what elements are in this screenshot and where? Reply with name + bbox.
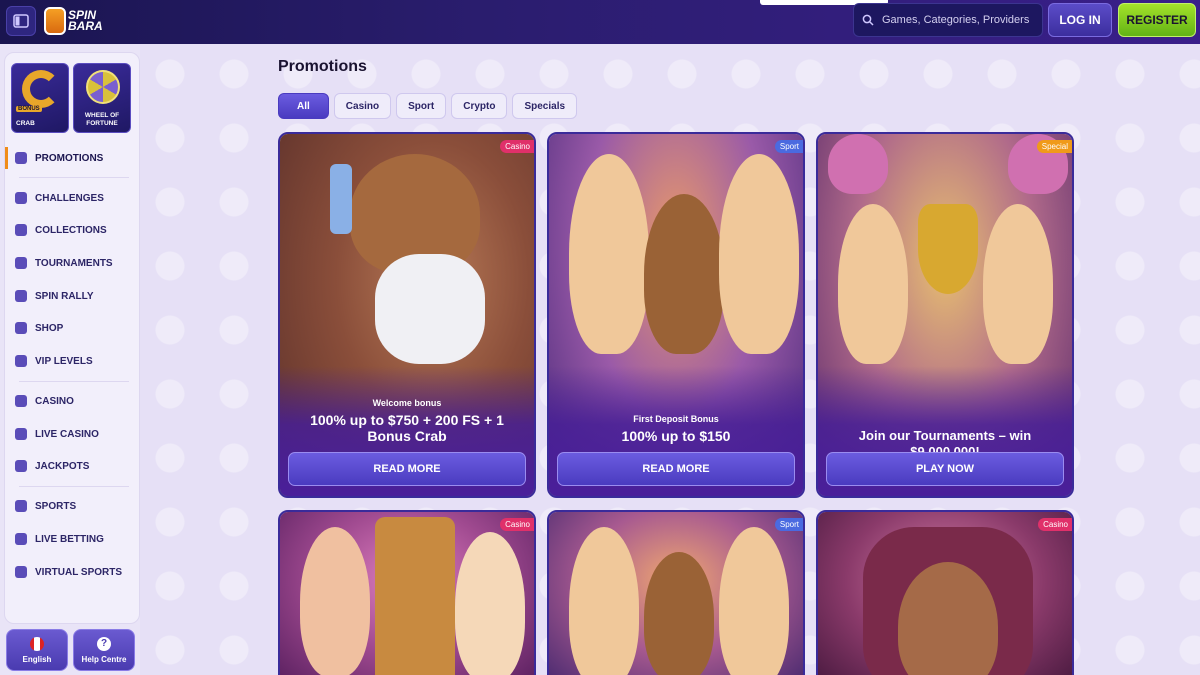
help-label: Help Centre (81, 654, 127, 664)
sidebar-item-casino[interactable]: CASINO (5, 390, 139, 412)
filter-all[interactable]: All (278, 93, 329, 119)
sidebar-item-label: VIRTUAL SPORTS (35, 566, 123, 578)
trophy-icon (15, 257, 27, 269)
search-box[interactable] (853, 3, 1043, 37)
register-button[interactable]: REGISTER (1118, 3, 1196, 37)
bag-icon (15, 322, 27, 334)
wheel-of-fortune-tile[interactable]: WHEEL OF FORTUNE (73, 63, 131, 133)
sidebar-item-collections[interactable]: COLLECTIONS (5, 219, 139, 241)
card-tag: Casino (1038, 518, 1072, 531)
sidebar-item-label: JACKPOTS (35, 460, 90, 472)
promo-card-casino-jackpot[interactable]: Casino (278, 510, 536, 675)
crown-icon (15, 355, 27, 367)
sidebar-item-shop[interactable]: SHOP (5, 317, 139, 339)
wheel-icon (86, 70, 120, 104)
login-button[interactable]: LOG IN (1048, 3, 1112, 37)
sidebar-toggle-button[interactable] (6, 6, 36, 36)
slot-icon (15, 395, 27, 407)
nav-divider (19, 177, 129, 178)
card-tag: Casino (500, 140, 534, 153)
gift-icon (15, 152, 27, 164)
sidebar-item-spin-rally[interactable]: SPIN RALLY (5, 285, 139, 307)
capybara-armchair-illustration (818, 512, 1072, 675)
filter-crypto[interactable]: Crypto (451, 93, 508, 119)
search-icon (862, 14, 874, 26)
promo-card-tournaments[interactable]: Special Join our Tournaments – win $9,00… (816, 132, 1074, 498)
sidebar-item-challenges[interactable]: CHALLENGES (5, 187, 139, 209)
card-tag: Special (1036, 140, 1072, 153)
sidebar-item-virtual-sports[interactable]: VIRTUAL SPORTS (5, 561, 139, 583)
promo-filter-tabs: All Casino Sport Crypto Specials (278, 93, 578, 119)
jackpot-slot-illustration (280, 512, 534, 675)
sidebar-item-jackpots[interactable]: JACKPOTS (5, 455, 139, 477)
filter-specials[interactable]: Specials (512, 93, 578, 119)
promo-card-welcome-bonus[interactable]: Casino Welcome bonus 100% up to $750 + 2… (278, 132, 536, 498)
sidebar-item-live-betting[interactable]: LIVE BETTING (5, 528, 139, 550)
sidebar: BONUS CRAB WHEEL OF FORTUNE PROMOTIONS C… (4, 52, 140, 624)
promo-card-sport-trophy[interactable]: Sport (547, 510, 805, 675)
sidebar-item-label: CASINO (35, 395, 74, 407)
monitor-icon (15, 566, 27, 578)
filter-casino[interactable]: Casino (333, 93, 392, 119)
sidebar-item-vip-levels[interactable]: VIP LEVELS (5, 350, 139, 372)
tile-label: CRAB (16, 120, 35, 127)
card-subtitle: First Deposit Bonus (633, 414, 719, 424)
sidebar-item-label: PROMOTIONS (35, 152, 104, 164)
help-centre-button[interactable]: ? Help Centre (73, 629, 135, 671)
ball-icon (15, 500, 27, 512)
capybara-logo-icon (44, 7, 66, 35)
sidebar-item-live-casino[interactable]: LIVE CASINO (5, 423, 139, 445)
read-more-button[interactable]: READ MORE (557, 452, 795, 486)
card-tag: Casino (500, 518, 534, 531)
sidebar-item-label: TOURNAMENTS (35, 257, 113, 269)
tile-label: WHEEL OF FORTUNE (84, 112, 120, 127)
target-icon (15, 192, 27, 204)
flag-icon (15, 290, 27, 302)
filter-sport[interactable]: Sport (396, 93, 447, 119)
nav-divider (19, 486, 129, 487)
search-input[interactable] (882, 14, 1042, 26)
card-subtitle: Welcome bonus (372, 398, 442, 408)
sidebar-toggle-icon (13, 14, 29, 28)
card-tag: Sport (774, 140, 803, 153)
site-logo[interactable]: SPIN BARA (44, 4, 110, 38)
card-tag: Sport (774, 518, 803, 531)
page-title: Promotions (278, 58, 367, 75)
sidebar-item-label: LIVE CASINO (35, 428, 99, 440)
sidebar-item-label: SHOP (35, 322, 64, 334)
sport-trophy-illustration (549, 512, 803, 675)
card-title: 100% up to $750 + 200 FS + 1 Bonus Crab (310, 412, 504, 444)
question-icon: ? (97, 636, 111, 651)
card-title: 100% up to $150 (621, 428, 731, 444)
logo-text: SPIN BARA (68, 8, 103, 33)
sidebar-item-label: CHALLENGES (35, 192, 104, 204)
bonus-crab-tile[interactable]: BONUS CRAB (11, 63, 69, 133)
sidebar-item-label: SPIN RALLY (35, 290, 94, 302)
sidebar-item-label: SPORTS (35, 500, 77, 512)
read-more-button[interactable]: READ MORE (288, 452, 526, 486)
cards-icon (15, 224, 27, 236)
roulette-icon (15, 428, 27, 440)
sidebar-item-sports[interactable]: SPORTS (5, 495, 139, 517)
crab-claw-icon (22, 70, 60, 108)
sidebar-item-promotions[interactable]: PROMOTIONS (5, 147, 139, 169)
language-label: English (22, 654, 52, 664)
live-icon (15, 533, 27, 545)
nav-divider (19, 381, 129, 382)
sidebar-item-label: VIP LEVELS (35, 355, 93, 367)
tile-tag: BONUS (16, 106, 42, 112)
sidebar-item-label: LIVE BETTING (35, 533, 104, 545)
top-header: SPIN BARA LOG IN REGISTER (0, 0, 1200, 44)
language-button[interactable]: English (6, 629, 68, 671)
sidebar-item-label: COLLECTIONS (35, 224, 107, 236)
promo-card-capybara-donut[interactable]: Casino (816, 510, 1074, 675)
play-now-button[interactable]: PLAY NOW (826, 452, 1064, 486)
jackpot-icon (15, 460, 27, 472)
promo-card-first-deposit[interactable]: Sport First Deposit Bonus 100% up to $15… (547, 132, 805, 498)
canada-flag-icon (30, 636, 44, 651)
sidebar-item-tournaments[interactable]: TOURNAMENTS (5, 252, 139, 274)
